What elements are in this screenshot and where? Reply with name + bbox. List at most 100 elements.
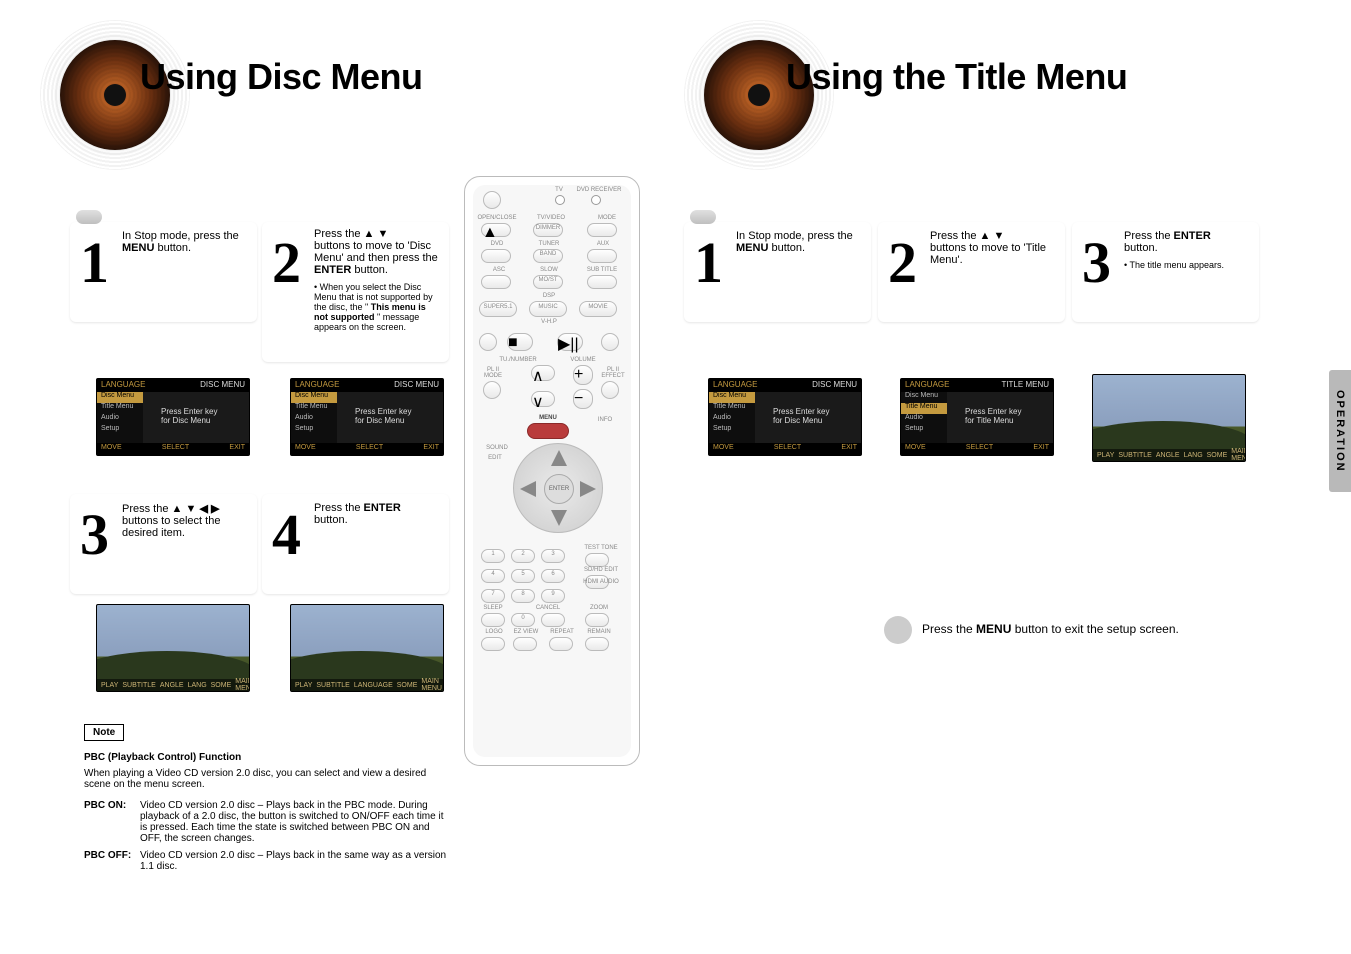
- note-on-label: PBC ON:: [84, 800, 126, 811]
- aux-button: [587, 249, 617, 263]
- osd-bot-l: MOVE: [101, 444, 122, 454]
- num-8-label: 8: [511, 591, 535, 597]
- note-label: Note: [84, 724, 124, 741]
- step-3: 3 Press the ENTER button. • The title me…: [1072, 222, 1259, 322]
- osd-hdr-r: DISC MENU: [812, 380, 857, 391]
- step-number: 2: [888, 234, 917, 292]
- step-text2: buttons to select the desired item.: [122, 515, 220, 539]
- photo-strip-item: SUBTITLE: [1118, 452, 1151, 459]
- step-body: Press the ENTER button.: [314, 502, 441, 586]
- slider-tv: [555, 195, 565, 205]
- note-intro: When playing a Video CD version 2.0 disc…: [84, 768, 454, 790]
- osd-bot-r: EXIT: [423, 444, 439, 454]
- num-3-label: 3: [541, 551, 565, 557]
- osd-hdr-r: DISC MENU: [200, 380, 245, 391]
- photo-strip-item: LANGUAGE: [354, 682, 393, 689]
- step-text: In Stop mode, press the: [122, 230, 239, 242]
- remote-label-vhp: V-H.P: [537, 319, 561, 325]
- note-off-text: Video CD version 2.0 disc – Plays back i…: [140, 850, 450, 872]
- menu-item: Setup: [291, 425, 337, 436]
- step-text: Press the: [122, 503, 168, 515]
- menu-item: Title Menu: [709, 403, 755, 414]
- note-on-text: Video CD version 2.0 disc – Plays back i…: [140, 800, 450, 844]
- osd-screenshot-title-menu: LANGUAGETITLE MENU Disc Menu Title Menu …: [900, 378, 1054, 456]
- remote-label-tnnum: TU./NUMBER: [493, 357, 543, 363]
- remote-label-dvdrcv: DVD RECEIVER: [573, 187, 625, 193]
- logo-button: [481, 637, 505, 651]
- remote-label-super5: SUPER5.1: [479, 304, 517, 310]
- step-body: Press the ENTER button. • The title menu…: [1124, 230, 1251, 314]
- osd-center-2: for Title Menu: [965, 416, 1021, 425]
- osd-screenshot-disc-menu: LANGUAGEDISC MENU Disc Menu Title Menu A…: [708, 378, 862, 456]
- photo-strip-item: ANGLE: [1156, 452, 1180, 459]
- plii-effect-button: [601, 381, 619, 399]
- plii-mode-button: [483, 381, 501, 399]
- step-number: 2: [272, 234, 301, 292]
- closing-pre: Press the: [922, 622, 973, 636]
- step-key: MENU: [736, 242, 768, 254]
- sleep-button: [481, 613, 505, 627]
- step-number: 3: [80, 506, 109, 564]
- step-body: Press the ▲ ▼ buttons to move to 'Disc M…: [314, 228, 441, 354]
- open-close-button: ▲: [481, 223, 511, 237]
- play-pause-button: ▶||: [557, 333, 583, 351]
- menu-item: Audio: [901, 414, 947, 425]
- ezview-button: [513, 637, 537, 651]
- dvd-button: [481, 249, 511, 263]
- remote-label-testtone: TEST TONE: [579, 545, 623, 551]
- osd-bot-m: SELECT: [774, 444, 801, 454]
- page-title-left: Using Disc Menu: [140, 56, 423, 98]
- osd-center-1: Press Enter key: [773, 407, 829, 416]
- prev-button: [479, 333, 497, 351]
- num-9-label: 9: [541, 591, 565, 597]
- num-5-label: 5: [511, 571, 535, 577]
- remote-label-movie: MOVIE: [579, 304, 617, 310]
- osd-hdr-l: LANGUAGE: [905, 380, 949, 391]
- step-key: MENU: [122, 242, 154, 254]
- osd-center-2: for Disc Menu: [161, 416, 217, 425]
- volume-down-button: −: [573, 389, 593, 409]
- photo-strip-item: PLAY: [1097, 452, 1114, 459]
- remote-label-plii-eff: PL II EFFECT: [599, 367, 627, 379]
- remote-label-sleep: SLEEP: [481, 605, 505, 611]
- dpad-up: [551, 450, 567, 466]
- step-3: 3 Press the ▲ ▼ ◀ ▶ buttons to select th…: [70, 494, 257, 594]
- step-text: Press the: [930, 230, 976, 242]
- remote-label-sound: SOUND: [483, 445, 511, 451]
- osd-bot-m: SELECT: [162, 444, 189, 454]
- dpad-left: [520, 481, 536, 497]
- arrows-icon: ▲ ▼: [364, 228, 389, 240]
- dvd-menu-photo: PLAY SUBTITLE ANGLE LANG SOME MAIN MENU: [96, 604, 250, 692]
- remote-label-plii-mode: PL II MODE: [479, 367, 507, 379]
- photo-strip-item: SOME: [211, 682, 232, 689]
- arrows-icon: ▲ ▼: [980, 230, 1005, 242]
- step-text: Press the: [1124, 230, 1170, 242]
- osd-bot-l: MOVE: [295, 444, 316, 454]
- volume-up-button: +: [573, 365, 593, 385]
- remote-label-tv: TV: [549, 187, 569, 193]
- osd-bot-m: SELECT: [356, 444, 383, 454]
- osd-bot-r: EXIT: [1033, 444, 1049, 454]
- step-text2: buttons to move to 'Title Menu'.: [930, 242, 1046, 266]
- step-key: ENTER: [364, 502, 401, 514]
- osd-center-2: for Disc Menu: [773, 416, 829, 425]
- photo-strip-item: SOME: [397, 682, 418, 689]
- remote-label-zoom: ZOOM: [585, 605, 613, 611]
- note-off-label: PBC OFF:: [84, 850, 131, 861]
- enter-button: ENTER: [544, 474, 574, 504]
- osd-bot-r: EXIT: [841, 444, 857, 454]
- remote-label-aux: AUX: [591, 241, 615, 247]
- remote-label-most: MO/ST: [533, 277, 563, 283]
- photo-strip-item: PLAY: [295, 682, 312, 689]
- remote-illustration: TV DVD RECEIVER OPEN/CLOSE TV/VIDEO MODE…: [464, 176, 640, 766]
- osd-hdr-l: LANGUAGE: [101, 380, 145, 391]
- menu-item: Disc Menu: [709, 392, 755, 403]
- osd-center-1: Press Enter key: [355, 407, 411, 416]
- step-number: 4: [272, 506, 301, 564]
- dpad-down: [551, 510, 567, 526]
- remote-label-volume: VOLUME: [563, 357, 603, 363]
- remote-label-dvd: DVD: [485, 241, 509, 247]
- menu-item: Setup: [709, 425, 755, 436]
- menu-item: Disc Menu: [291, 392, 337, 403]
- menu-item: Disc Menu: [901, 392, 947, 403]
